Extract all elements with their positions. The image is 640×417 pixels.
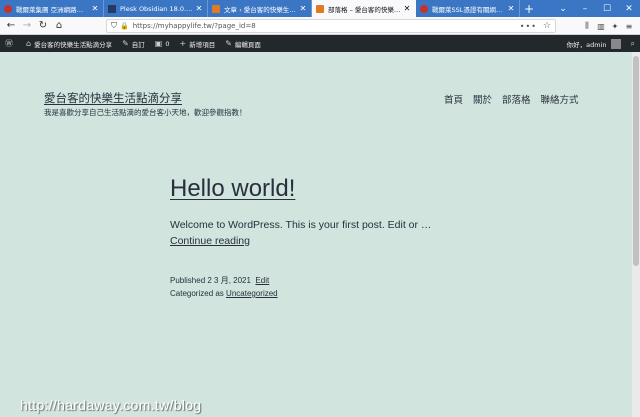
back-icon[interactable]: ←: [3, 18, 19, 34]
post-excerpt: Welcome to WordPress. This is your first…: [170, 217, 460, 249]
avatar: [610, 38, 621, 49]
url-text[interactable]: https://myhappylife.tw/?page_id=8: [133, 22, 256, 30]
primary-menu: 首頁 關於 部落格 聯絡方式: [444, 92, 579, 106]
page-content: 愛台客的快樂生活點滴分享 我是喜歡分享自己生活點滴的愛台客小天地，歡迎參觀指教！…: [0, 52, 632, 417]
browser-tab-1[interactable]: Plesk Obsidian 18.0.33 ✕: [104, 0, 208, 17]
comments-menu[interactable]: ▣ 0: [150, 35, 175, 52]
excerpt-text: Welcome to WordPress. This is your first…: [170, 219, 432, 231]
close-tab-icon[interactable]: ✕: [195, 4, 203, 13]
browser-tab-4[interactable]: 戰爾萊SSL憑證有關網大者 ✕: [416, 0, 520, 17]
greeting-text: 你好，admin: [566, 40, 607, 49]
categorized-prefix: Categorized as: [170, 289, 224, 298]
published-line: Published 2 3 月, 2021 Edit: [170, 274, 278, 287]
url-bar[interactable]: ⛉ 🔒 https://myhappylife.tw/?page_id=8 ••…: [106, 19, 556, 33]
site-name-label: 愛台客的快樂生活點滴分享: [34, 40, 113, 49]
window-controls: ⌄ – ☐ ✕: [552, 0, 640, 17]
continue-reading-link[interactable]: Continue reading: [170, 235, 250, 247]
tab-title: 戰爾萊SSL憑證有關網大者: [432, 5, 505, 14]
close-tab-icon[interactable]: ✕: [91, 4, 99, 13]
menu-item-about[interactable]: 關於: [473, 92, 492, 106]
minimize-icon[interactable]: –: [574, 4, 596, 14]
scrollbar-thumb[interactable]: [633, 56, 639, 266]
site-name-menu[interactable]: ⌂ 愛台客的快樂生活點滴分享: [21, 35, 117, 52]
customize-menu[interactable]: ✎ 自訂: [117, 35, 150, 52]
navigation-bar: ← → ↻ ⌂ ⛉ 🔒 https://myhappylife.tw/?page…: [0, 17, 640, 35]
page-scrollbar[interactable]: [632, 52, 640, 417]
new-content-menu[interactable]: + 新增項目: [174, 35, 220, 52]
home-icon: ⌂: [26, 39, 32, 48]
plus-icon: +: [179, 39, 187, 48]
favicon-icon: [420, 4, 428, 13]
maximize-icon[interactable]: ☐: [596, 4, 618, 14]
published-prefix: Published: [170, 276, 206, 285]
comments-count: 0: [165, 39, 170, 48]
menu-icon[interactable]: ≡: [622, 18, 636, 34]
forward-icon[interactable]: →: [19, 18, 35, 34]
post-title[interactable]: Hello world!: [170, 175, 295, 203]
edit-page-menu[interactable]: ✎ 編輯頁面: [220, 35, 266, 52]
menu-item-home[interactable]: 首頁: [444, 92, 463, 106]
favicon-icon: [212, 4, 220, 13]
close-tab-icon[interactable]: ✕: [403, 4, 411, 13]
menu-item-blog[interactable]: 部落格: [502, 92, 531, 106]
site-title[interactable]: 愛台客的快樂生活點滴分享: [44, 90, 182, 106]
edit-link[interactable]: Edit: [255, 276, 269, 285]
menu-item-contact[interactable]: 聯絡方式: [541, 92, 579, 106]
favicon-icon: [4, 4, 12, 13]
category-link[interactable]: Uncategorized: [226, 289, 278, 298]
tab-title: 部落格 – 愛台客的快樂生活點: [328, 5, 401, 14]
page-actions-icon[interactable]: •••: [520, 22, 537, 31]
new-tab-button[interactable]: +: [520, 0, 538, 17]
bookmark-star-icon[interactable]: ☆: [543, 21, 551, 31]
library-icon[interactable]: ⫼: [580, 18, 594, 34]
lock-icon[interactable]: 🔒: [120, 22, 129, 30]
toolbar-right: ⫼ ▥ ✦ ≡: [580, 18, 636, 34]
sidebar-icon[interactable]: ▥: [594, 18, 608, 34]
tab-title: 戰爾萊集團 亞洲網路服務提供: [16, 5, 89, 14]
browser-tab-2[interactable]: 文章 ‹ 愛台客的快樂生活點滴 ✕: [208, 0, 312, 17]
browser-tab-0[interactable]: 戰爾萊集團 亞洲網路服務提供 ✕: [0, 0, 104, 17]
extension-icon[interactable]: ✦: [608, 18, 622, 34]
post-date: 2 3 月, 2021: [207, 276, 251, 285]
tab-strip: 戰爾萊集團 亞洲網路服務提供 ✕ Plesk Obsidian 18.0.33 …: [0, 0, 640, 17]
home-icon[interactable]: ⌂: [51, 18, 67, 34]
list-tabs-icon[interactable]: ⌄: [552, 4, 574, 14]
tab-title: Plesk Obsidian 18.0.33: [120, 4, 193, 13]
edit-page-label: 編輯頁面: [234, 40, 261, 49]
site-description: 我是喜歡分享自己生活點滴的愛台客小天地，歡迎參觀指教！: [44, 108, 247, 117]
watermark-text: http://hardaway.com.tw/blog: [20, 397, 202, 413]
pencil-icon: ✎: [225, 39, 232, 48]
favicon-icon: [316, 4, 324, 13]
wp-admin-bar: Ⓦ ⌂ 愛台客的快樂生活點滴分享 ✎ 自訂 ▣ 0 + 新增項目 ✎ 編輯頁面 你好，ad…: [0, 35, 640, 52]
shield-icon[interactable]: ⛉: [111, 21, 117, 31]
search-menu[interactable]: ⌕: [626, 35, 640, 52]
comment-icon: ▣: [154, 39, 163, 48]
close-window-icon[interactable]: ✕: [618, 4, 640, 14]
brush-icon: ✎: [122, 39, 129, 48]
admin-bar-right: 你好，admin ⌕: [562, 35, 640, 52]
wp-logo-menu[interactable]: Ⓦ: [0, 35, 21, 52]
wordpress-icon: Ⓦ: [5, 39, 13, 48]
tab-title: 文章 ‹ 愛台客的快樂生活點滴: [224, 5, 297, 14]
customize-label: 自訂: [131, 40, 145, 49]
post-meta: Published 2 3 月, 2021 Edit Categorized a…: [170, 274, 278, 300]
close-tab-icon[interactable]: ✕: [299, 4, 307, 13]
reload-icon[interactable]: ↻: [35, 18, 51, 34]
new-item-label: 新增項目: [189, 40, 216, 49]
account-menu[interactable]: 你好，admin: [562, 35, 626, 52]
search-icon: ⌕: [630, 38, 635, 48]
favicon-icon: [108, 4, 116, 13]
close-tab-icon[interactable]: ✕: [507, 4, 515, 13]
browser-tab-3[interactable]: 部落格 – 愛台客的快樂生活點 ✕: [312, 0, 416, 17]
category-line: Categorized as Uncategorized: [170, 287, 278, 300]
